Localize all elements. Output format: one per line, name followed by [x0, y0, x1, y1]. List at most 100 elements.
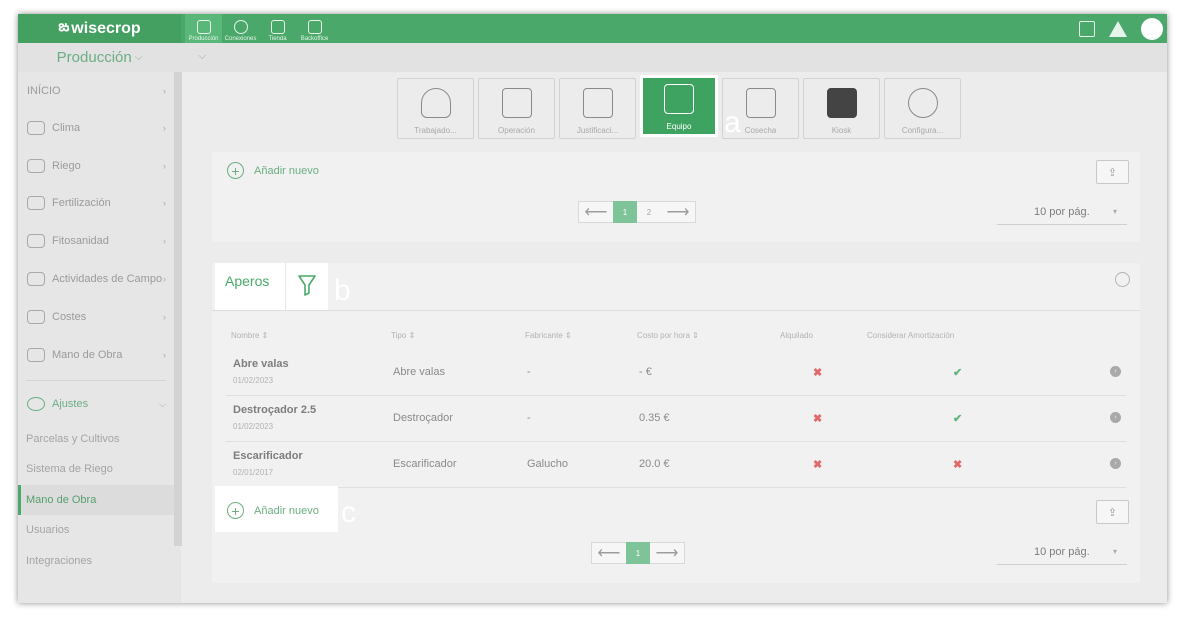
sidebar-sub-integraciones[interactable]: Integraciones [18, 546, 174, 576]
row-fabricante: - [527, 366, 531, 378]
module-justificacion[interactable]: Justificaci... [559, 78, 636, 139]
sidebar-sub-label: Parcelas y Cultivos [26, 433, 120, 445]
module-kiosk[interactable]: Kiosk [803, 78, 880, 139]
sidebar-sub-sistema-riego[interactable]: Sistema de Riego [18, 454, 174, 484]
row-costo: 20.0 € [639, 458, 670, 470]
row-date: 02/01/2017 [233, 468, 274, 477]
warning-icon[interactable] [1109, 20, 1127, 37]
cross-icon: ✖ [813, 459, 823, 471]
top-bar: ఙ wisecrop Producción Conexiones Tienda … [18, 14, 1167, 43]
store-icon [270, 20, 285, 34]
nav-backoffice[interactable]: Backoffice [296, 14, 333, 43]
column-header-nombre[interactable]: Nombre ⇕ [231, 331, 268, 340]
sidebar-item-label: Ajustes [52, 398, 89, 410]
per-page-select-bottom[interactable]: 10 por pág. ▾ [997, 539, 1127, 565]
per-page-select-top[interactable]: 10 por pág. ▾ [997, 199, 1127, 225]
logo[interactable]: ఙ wisecrop [18, 14, 181, 43]
document-check-icon [582, 88, 613, 118]
check-icon: ✔ [953, 367, 963, 379]
top-right-actions [1079, 14, 1167, 43]
column-header-alquilado: Alquilado [780, 331, 813, 340]
row-tipo: Escarificador [393, 458, 457, 470]
module-configuracion[interactable]: Configura... [884, 78, 961, 139]
sidebar-item-riego[interactable]: Riego › [18, 147, 174, 185]
export-button-bottom[interactable]: ⇪ [1096, 500, 1129, 524]
table-row[interactable] [226, 350, 1126, 396]
notes-icon[interactable] [1079, 20, 1095, 37]
divider [285, 263, 286, 310]
nav-produccion[interactable]: Producción [185, 14, 222, 43]
cross-icon: ✖ [813, 413, 823, 425]
row-tipo: Abre valas [393, 366, 445, 378]
nav-label: Backoffice [300, 36, 329, 42]
arrow-right-icon[interactable]: ⟶ [661, 202, 695, 222]
arrow-left-icon[interactable]: ⟵ [592, 543, 626, 563]
chevron-right-icon: › [163, 312, 166, 322]
sidebar-item-label: Riego [52, 160, 81, 172]
cross-icon: ✖ [953, 459, 963, 471]
sidebar-sub-label: Integraciones [26, 555, 93, 567]
sidebar-sub-usuarios[interactable]: Usuarios [18, 515, 174, 545]
chevron-down-icon: ⌵ [159, 398, 166, 409]
sidebar-item-label: Mano de Obra [52, 349, 123, 361]
column-header-costo[interactable]: Costo por hora ⇕ [637, 331, 699, 340]
sidebar-item-actividades[interactable]: Actividades de Campo › [18, 260, 174, 298]
module-label: Kiosk [831, 126, 852, 135]
leaf-logo-icon: ఙ [58, 18, 70, 35]
sidebar-item-fertilizacion[interactable]: Fertilización › [18, 184, 174, 222]
arrow-left-icon[interactable]: ⟵ [579, 202, 613, 222]
circle-icon[interactable] [1115, 272, 1130, 287]
pest-icon [27, 234, 45, 248]
module-trabajadores[interactable]: Trabajado... [397, 78, 474, 139]
page-1[interactable]: 1 [626, 542, 650, 564]
row-date: 01/02/2023 [233, 376, 274, 385]
nav-tienda[interactable]: Tienda [259, 14, 296, 43]
add-new-button-top[interactable]: + Añadir nuevo [227, 162, 319, 179]
avatar[interactable] [1141, 17, 1163, 40]
table-row[interactable] [226, 442, 1126, 488]
fertilizer-icon [27, 196, 45, 210]
annotation-c: c [341, 496, 356, 529]
plus-icon: + [227, 162, 244, 179]
app-nav: Producción Conexiones Tienda Backoffice [185, 14, 333, 43]
sidebar-item-fitosanidad[interactable]: Fitosanidad › [18, 222, 174, 260]
row-name: Escarificador [233, 450, 303, 462]
column-header-fabricante[interactable]: Fabricante ⇕ [525, 331, 572, 340]
activities-icon [27, 272, 45, 286]
export-button-top[interactable]: ⇪ [1096, 160, 1129, 184]
sidebar-item-costes[interactable]: Costes › [18, 298, 174, 336]
add-new-label: Añadir nuevo [254, 504, 319, 517]
annotation-a: a [724, 106, 741, 139]
cloud-icon [27, 121, 45, 135]
table-row[interactable] [226, 396, 1126, 442]
row-open-icon[interactable]: › [1110, 366, 1121, 377]
chevron-down-icon[interactable]: ⌵ [198, 50, 206, 63]
filter-icon[interactable] [297, 273, 317, 297]
nav-conexiones[interactable]: Conexiones [222, 14, 259, 43]
page-2[interactable]: 2 [637, 201, 661, 223]
sidebar-scrollbar[interactable] [174, 72, 182, 546]
sidebar-item-ajustes[interactable]: Ajustes ⌵ [18, 385, 174, 423]
production-select[interactable]: Producción ⌵ [18, 43, 181, 72]
module-equipo[interactable]: Equipo [640, 75, 718, 137]
per-page-label: 10 por pág. [1034, 205, 1090, 218]
sidebar-item-inicio[interactable]: INÍCIO › [18, 72, 174, 110]
column-header-tipo[interactable]: Tipo ⇕ [391, 331, 415, 340]
row-fabricante: - [527, 412, 531, 424]
add-new-button-bottom[interactable]: + Añadir nuevo [227, 502, 319, 519]
gear-icon [27, 397, 45, 411]
pagination-bottom: ⟵ 1 ⟶ [591, 542, 685, 564]
page-1[interactable]: 1 [613, 201, 637, 223]
sidebar-sub-label: Usuarios [26, 524, 70, 536]
row-fabricante: Galucho [527, 458, 568, 470]
module-label: Configura... [901, 126, 944, 135]
arrow-right-icon[interactable]: ⟶ [650, 543, 684, 563]
chevron-down-icon: ▾ [1112, 207, 1117, 216]
row-open-icon[interactable]: › [1110, 412, 1121, 423]
row-open-icon[interactable]: › [1110, 458, 1121, 469]
sidebar-item-clima[interactable]: Clima › [18, 109, 174, 147]
module-operacion[interactable]: Operación [478, 78, 555, 139]
sidebar-sub-parcelas[interactable]: Parcelas y Cultivos [18, 424, 174, 454]
sidebar-item-mano-de-obra[interactable]: Mano de Obra › [18, 336, 174, 374]
sidebar-sub-mano-de-obra[interactable]: Mano de Obra [18, 485, 174, 515]
